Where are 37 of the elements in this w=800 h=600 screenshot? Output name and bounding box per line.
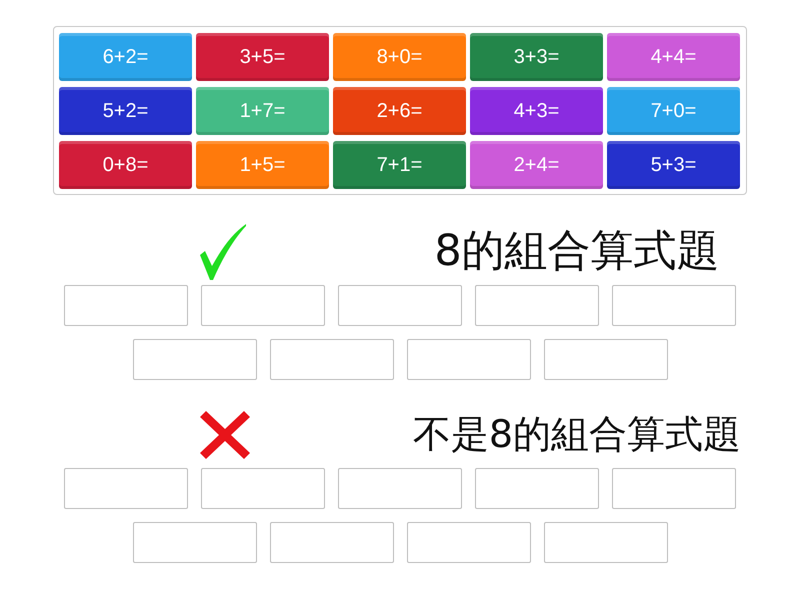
equation-tile[interactable]: 7+1= [333,141,466,189]
check-icon [200,224,246,280]
drop-slot[interactable] [270,339,394,380]
group-title: 不是8的組合算式題 [412,413,742,457]
drop-slot[interactable] [544,339,668,380]
equation-tile[interactable]: 6+2= [59,33,192,81]
group-title: 8的組合算式題 [434,227,720,277]
drop-slot[interactable] [270,522,394,563]
equation-tile[interactable]: 7+0= [607,87,740,135]
cross-icon [200,411,250,459]
drop-slot[interactable] [475,468,599,509]
drop-slot[interactable] [338,285,462,326]
equation-tile[interactable]: 3+3= [470,33,603,81]
equation-tile[interactable]: 3+5= [196,33,329,81]
drop-slot[interactable] [544,522,668,563]
equation-tile[interactable]: 2+4= [470,141,603,189]
equation-tile[interactable]: 1+7= [196,87,329,135]
equation-tile[interactable]: 5+2= [59,87,192,135]
drop-slot[interactable] [201,468,325,509]
drop-slot[interactable] [406,339,530,380]
drop-slot[interactable] [338,468,462,509]
equation-tile[interactable]: 4+4= [607,33,740,81]
drop-slot[interactable] [132,339,256,380]
drop-slot[interactable] [406,522,530,563]
drop-slot[interactable] [612,285,736,326]
drop-slot[interactable] [612,468,736,509]
drop-slot[interactable] [201,285,325,326]
drop-slot[interactable] [132,522,256,563]
drop-slot[interactable] [475,285,599,326]
equation-tile[interactable]: 2+6= [333,87,466,135]
drop-slot[interactable] [64,468,188,509]
equation-tile[interactable]: 1+5= [196,141,329,189]
equation-tile[interactable]: 4+3= [470,87,603,135]
equation-tile[interactable]: 5+3= [607,141,740,189]
drop-slot[interactable] [64,285,188,326]
equation-tile[interactable]: 8+0= [333,33,466,81]
equation-tile[interactable]: 0+8= [59,141,192,189]
